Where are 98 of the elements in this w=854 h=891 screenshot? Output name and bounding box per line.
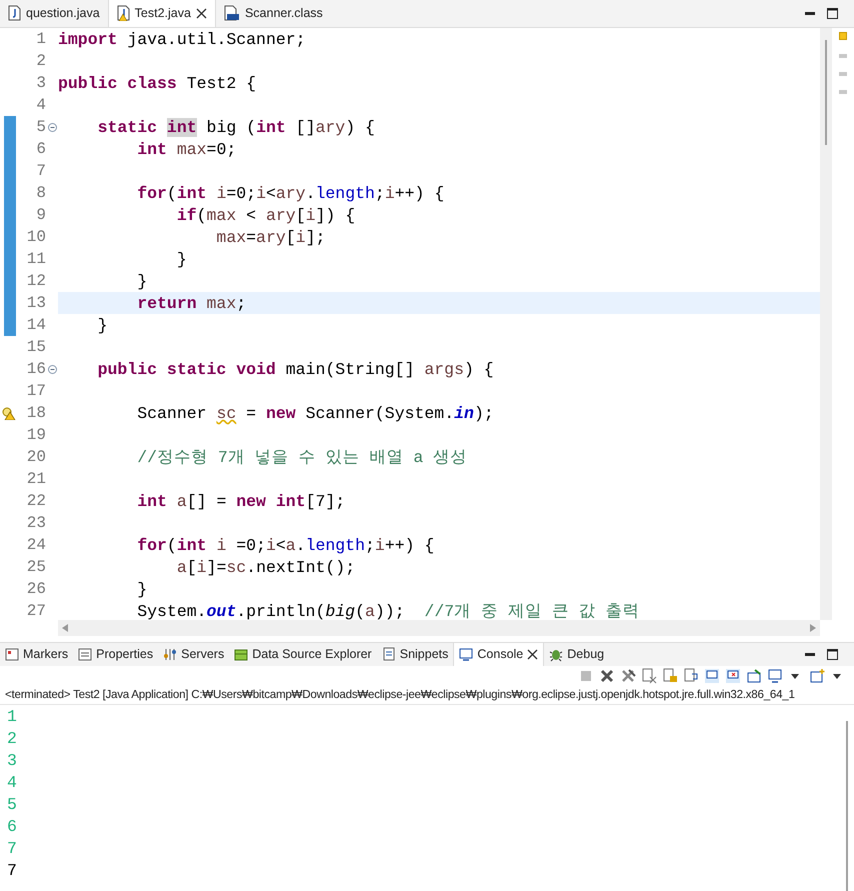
display-console-icon[interactable] (767, 668, 783, 684)
code-line: max=ary[i]; (215, 227, 326, 249)
snippets-icon (382, 647, 396, 662)
clear-console-icon[interactable] (641, 668, 657, 684)
editor-tab[interactable]: question.java (0, 0, 108, 27)
line-number: 8 (35, 183, 46, 204)
servers-icon (163, 647, 178, 662)
console-icon (459, 647, 474, 662)
panel-tab[interactable]: Snippets (376, 643, 454, 666)
line-number: 1 (35, 29, 46, 50)
console-line: 4 (7, 772, 18, 794)
editor-tab[interactable]: Test2.java (108, 0, 216, 27)
code-line: return max; (136, 293, 246, 315)
line-number: 2 (35, 51, 46, 72)
panel-tab[interactable]: Servers (158, 643, 230, 666)
line-number: 15 (26, 337, 46, 358)
java-file-icon (8, 5, 21, 21)
scroll-lock-icon[interactable] (662, 668, 678, 684)
editor-tab[interactable]: Scanner.class (216, 0, 331, 27)
overview-marker[interactable] (839, 72, 847, 76)
class-file-icon (224, 5, 240, 21)
line-number: 18 (26, 403, 46, 424)
line-number: 6 (35, 139, 46, 160)
code-line: import java.util.Scanner; (58, 29, 306, 51)
line-number: 7 (35, 161, 46, 182)
database-icon (234, 647, 248, 662)
overview-marker[interactable] (839, 54, 847, 58)
console-line: 2 (7, 728, 18, 750)
scrollbar[interactable] (820, 28, 832, 620)
line-number: 9 (35, 205, 46, 226)
new-console-icon[interactable] (809, 668, 825, 684)
code-line: static int big (int []ary) { (96, 117, 375, 139)
close-icon[interactable] (196, 8, 207, 18)
line-number: 17 (26, 381, 46, 402)
panel-tab[interactable]: Debug (544, 643, 610, 666)
console-status: <terminated> Test2 [Java Application] C:₩Users₩bitcamp₩Downloads₩eclipse-jee₩eclipse₩plugins₩org.eclipse.justj.openjdk.hotspot.jre.full.win32.x86_64_1 (4, 687, 796, 704)
line-number: 22 (26, 491, 46, 512)
markers-icon (5, 647, 19, 662)
code-line: public static void main(String[] args) { (96, 359, 494, 381)
console-line: 6 (7, 816, 18, 838)
line-number: 4 (35, 95, 46, 116)
console-line: 1 (7, 706, 18, 728)
show-output-icon[interactable] (704, 668, 720, 684)
line-number: 24 (26, 535, 46, 556)
remove-all-icon[interactable] (620, 668, 636, 684)
line-number: 5 (35, 117, 46, 138)
close-icon[interactable] (527, 649, 538, 660)
line-number: 14 (26, 315, 46, 336)
line-number: 3 (35, 73, 46, 94)
code-line: System.out.println(big(a)); //7개 중 제일 큰 값 출력 (136, 601, 640, 620)
panel-tab[interactable]: Data Source Explorer (229, 643, 377, 666)
fold-icon[interactable] (48, 364, 56, 374)
code-line: a[i]=sc.nextInt(); (176, 557, 356, 579)
line-number: 21 (26, 469, 46, 490)
code-line: } (96, 315, 108, 337)
code-line: } (176, 249, 187, 271)
properties-icon (78, 647, 92, 662)
code-line: int a[] = new int[7]; (136, 491, 346, 513)
line-number: 23 (26, 513, 46, 534)
line-number: 11 (26, 249, 46, 270)
code-line: public class Test2 { (58, 73, 256, 95)
show-error-icon[interactable] (725, 668, 741, 684)
code-line: for(int i =0;i<a.length;i++) { (136, 535, 434, 557)
panel-tab[interactable]: Console (453, 643, 544, 666)
line-number: 27 (26, 601, 46, 620)
maximize-icon[interactable] (827, 649, 838, 660)
console-line: 7 (7, 838, 18, 860)
console-line: 7 (7, 860, 18, 882)
code-line: } (136, 579, 148, 601)
code-line: if(max < ary[i]) { (176, 205, 356, 227)
code-line: } (136, 271, 148, 293)
line-number: 12 (26, 271, 46, 292)
console-line: 3 (7, 750, 18, 772)
maximize-icon[interactable] (827, 8, 838, 19)
line-number: 16 (26, 359, 46, 380)
line-number: 19 (26, 425, 46, 446)
pin-icon[interactable] (746, 668, 762, 684)
code-line: int max=0; (136, 139, 236, 161)
code-line: //정수형 7개 넣을 수 있는 배열 a 생성 (136, 447, 468, 469)
line-number: 26 (26, 579, 46, 600)
overview-warning-marker[interactable] (839, 32, 847, 40)
line-number: 10 (26, 227, 46, 248)
minimize-icon[interactable] (805, 12, 815, 16)
panel-tab[interactable]: Properties (73, 643, 158, 666)
fold-icon[interactable] (48, 122, 56, 132)
warning-bulb-icon[interactable] (2, 406, 16, 420)
minimize-icon[interactable] (805, 652, 815, 657)
panel-tab[interactable]: Markers (0, 643, 74, 666)
line-number: 13 (26, 293, 46, 314)
line-number: 25 (26, 557, 46, 578)
overview-marker[interactable] (839, 90, 847, 94)
line-number: 20 (26, 447, 46, 468)
code-line: Scanner sc = new Scanner(System.in); (136, 403, 494, 425)
remove-icon[interactable] (599, 668, 615, 684)
word-wrap-icon[interactable] (683, 668, 699, 684)
bug-icon (549, 647, 564, 662)
code-line: for(int i=0;i<ary.length;i++) { (136, 183, 444, 205)
console-line: 5 (7, 794, 18, 816)
